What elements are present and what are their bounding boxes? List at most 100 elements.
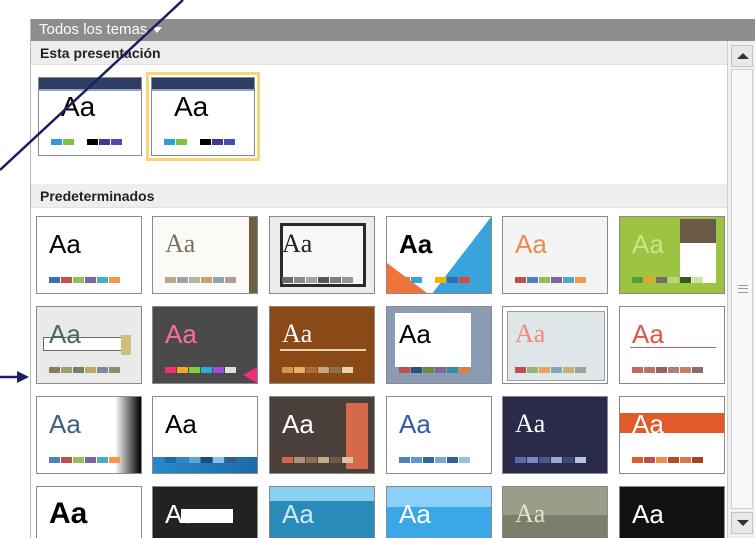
swatch: [225, 457, 236, 463]
theme-preview-text: Aa: [515, 319, 546, 348]
swatch: [680, 457, 691, 463]
scroll-up-arrow-icon: [737, 53, 749, 59]
color-swatches: [632, 457, 703, 463]
swatch: [306, 277, 317, 283]
theme-preview-text: Aa: [165, 319, 197, 349]
swatch: [656, 367, 667, 373]
swatch: [294, 277, 305, 283]
theme-preview-text: Aa: [632, 319, 664, 349]
swatch: [632, 277, 643, 283]
swatch: [342, 367, 353, 373]
swatch: [176, 139, 187, 145]
swatch: [575, 277, 586, 283]
theme-tile-r2-c4[interactable]: Aa: [386, 306, 492, 384]
theme-tile-r3-c3[interactable]: Aa: [269, 396, 375, 474]
swatch: [459, 367, 470, 373]
theme-tile-r2-c5[interactable]: Aa: [502, 306, 608, 384]
swatch: [306, 457, 317, 463]
theme-tile-r2-c6[interactable]: Aa: [619, 306, 725, 384]
section-defaults: Predeterminados: [31, 184, 727, 208]
theme-tile-r1-c2[interactable]: Aa: [152, 216, 258, 294]
theme-preview-text: Aa: [282, 319, 313, 348]
scroll-up-button[interactable]: [731, 45, 753, 67]
theme-tile-r2-c2[interactable]: Aa: [152, 306, 258, 384]
swatch: [515, 367, 526, 373]
color-swatches: [164, 139, 235, 145]
swatch: [527, 277, 538, 283]
scroll-down-arrow-icon: [737, 520, 749, 526]
theme-preview-text: Aa: [632, 229, 664, 259]
theme-preview-text: Aa: [515, 499, 546, 528]
tile-title-bar: [39, 78, 141, 89]
theme-preview-text: Aa: [49, 497, 88, 530]
scroll-thumb[interactable]: [731, 69, 753, 509]
swatch: [224, 139, 235, 145]
swatch: [73, 367, 84, 373]
swatch: [680, 277, 691, 283]
theme-tile-r4-c6[interactable]: Aa: [619, 486, 725, 538]
swatch: [668, 277, 679, 283]
theme-tile-r1-c5[interactable]: Aa: [502, 216, 608, 294]
theme-tile-r3-c1[interactable]: Aa: [36, 396, 142, 474]
swatch: [85, 277, 96, 283]
theme-tile-r3-c2[interactable]: Aa: [152, 396, 258, 474]
theme-preview-text: Aa: [61, 91, 96, 122]
theme-tile-r4-c2[interactable]: Aa: [152, 486, 258, 538]
swatch: [294, 367, 305, 373]
gallery-content: Esta presentación Aa Aa Predeterminados A…: [31, 41, 727, 538]
swatch: [109, 277, 120, 283]
color-swatches: [49, 277, 120, 283]
chevron-down-icon[interactable]: [152, 27, 163, 34]
theme-preview-text: Aa: [632, 409, 664, 439]
swatch: [49, 457, 60, 463]
theme-tile-r3-c5[interactable]: Aa: [502, 396, 608, 474]
tile-title-bar: [152, 78, 254, 89]
theme-preview-text: Aa: [515, 229, 547, 259]
theme-tile-r1-c3[interactable]: Aa: [269, 216, 375, 294]
swatch: [49, 367, 60, 373]
swatch: [668, 457, 679, 463]
theme-tile-r1-c4[interactable]: Aa: [386, 216, 492, 294]
theme-tile-r4-c3[interactable]: Aa: [269, 486, 375, 538]
swatch: [342, 277, 353, 283]
theme-tile-r3-c4[interactable]: Aa: [386, 396, 492, 474]
theme-tile-r4-c5[interactable]: Aa: [502, 486, 608, 538]
swatch: [527, 457, 538, 463]
color-swatches: [632, 367, 703, 373]
swatch: [97, 457, 108, 463]
swatch: [644, 277, 655, 283]
current-theme-tile[interactable]: Aa: [38, 77, 142, 156]
theme-tile-r4-c4[interactable]: Aa: [386, 486, 492, 538]
theme-preview-text: Aa: [49, 229, 81, 259]
scroll-down-button[interactable]: [731, 512, 753, 534]
swatch: [61, 367, 72, 373]
swatch: [73, 457, 84, 463]
swatch: [201, 277, 212, 283]
annotation-arrowhead: [17, 371, 29, 383]
swatch: [200, 139, 211, 145]
swatch: [165, 367, 176, 373]
swatch: [75, 139, 86, 145]
swatch: [51, 139, 62, 145]
swatch: [399, 457, 410, 463]
swatch: [447, 457, 458, 463]
theme-tile-r1-c1[interactable]: Aa: [36, 216, 142, 294]
swatch: [165, 457, 176, 463]
theme-tile-r1-c6[interactable]: Aa: [619, 216, 725, 294]
swatch: [85, 457, 96, 463]
theme-tile-r3-c6[interactable]: Aa: [619, 396, 725, 474]
swatch: [342, 457, 353, 463]
theme-tile-r4-c1[interactable]: Aa: [36, 486, 142, 538]
swatch: [111, 139, 122, 145]
theme-tile-r2-c1[interactable]: Aa: [36, 306, 142, 384]
swatch: [164, 139, 175, 145]
swatch: [294, 457, 305, 463]
vertical-scrollbar[interactable]: [727, 41, 755, 538]
color-swatches: [515, 277, 586, 283]
swatch: [447, 277, 458, 283]
theme-tile-r2-c3[interactable]: Aa: [269, 306, 375, 384]
current-theme-tile[interactable]: Aa: [146, 72, 260, 161]
swatch: [63, 139, 74, 145]
swatch: [423, 457, 434, 463]
gallery-header[interactable]: Todos los temas: [31, 19, 755, 41]
